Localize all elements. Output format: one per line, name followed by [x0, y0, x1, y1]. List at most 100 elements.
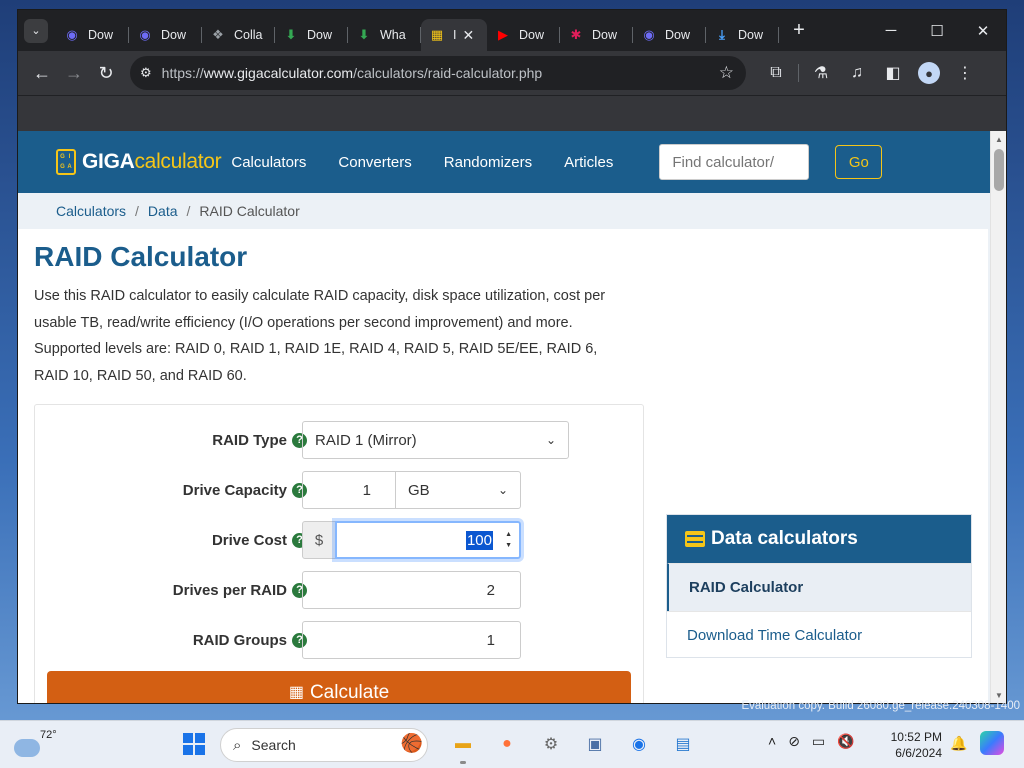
new-tab-button[interactable]: +	[787, 19, 811, 42]
taskbar: 72° ⌕ Search 🏀 ▬ ● ⚙ ▣ ◉ ▤ ˄ ⊘ ▭ 🔇 10:52…	[0, 720, 1024, 768]
tab-label: Dow	[519, 28, 545, 42]
breadcrumb-separator: /	[135, 203, 139, 219]
nav-randomizers[interactable]: Randomizers	[444, 154, 532, 171]
drive-capacity-row: Drive Capacity? 1 GB ⌄	[35, 471, 645, 509]
raid-groups-input[interactable]: 1	[302, 621, 521, 659]
raid-type-select[interactable]: RAID 1 (Mirror) ⌄	[302, 421, 569, 459]
breadcrumb: Calculators / Data / RAID Calculator	[18, 193, 1006, 229]
calculator-favicon-icon: ▦	[430, 27, 444, 42]
site-search-input[interactable]	[659, 144, 810, 180]
copilot-icon[interactable]	[980, 731, 1004, 755]
tab-label: Dow	[738, 28, 764, 42]
drive-cost-input[interactable]: 100 ▲ ▼	[335, 521, 521, 559]
back-icon[interactable]: ←	[26, 57, 58, 89]
logo-mark-icon: GIGA	[56, 149, 76, 175]
browser-tab[interactable]: ◉ Dow	[633, 19, 706, 51]
photos-icon[interactable]: ▤	[668, 729, 698, 759]
forward-icon[interactable]: →	[58, 57, 90, 89]
file-explorer-icon[interactable]: ▬	[448, 729, 478, 764]
sidebar-item-raid-calculator[interactable]: RAID Calculator	[667, 563, 971, 611]
network-off-icon[interactable]: ⊘	[788, 733, 800, 750]
windows-start-icon[interactable]	[183, 733, 205, 755]
url-text: https://www.gigacalculator.com/calculato…	[161, 65, 543, 81]
raid-type-row: RAID Type? RAID 1 (Mirror) ⌄	[35, 421, 645, 459]
search-go-button[interactable]: Go	[835, 145, 883, 179]
maximize-icon[interactable]: ☐	[914, 10, 960, 51]
site-header: GIGA GIGAcalculator Calculators Converte…	[18, 131, 1006, 193]
breadcrumb-current: RAID Calculator	[199, 203, 300, 219]
nav-articles[interactable]: Articles	[564, 154, 613, 171]
breadcrumb-separator: /	[186, 203, 191, 219]
tab-label: Dow	[592, 28, 618, 42]
nav-converters[interactable]: Converters	[338, 154, 411, 171]
nav-calculators[interactable]: Calculators	[231, 154, 306, 171]
tab-label: Dow	[88, 28, 114, 42]
raid-type-label: RAID Type?	[212, 432, 307, 449]
calculate-button[interactable]: ▦ Calculate	[47, 671, 631, 703]
address-bar[interactable]: ⚙ https://www.gigacalculator.com/calcula…	[130, 56, 746, 90]
browser-tab[interactable]: ❖ Colla	[202, 19, 275, 51]
browser-tab[interactable]: ▶ Dow	[487, 19, 560, 51]
menu-kebab-icon[interactable]: ⋮	[947, 57, 983, 89]
media-control-icon[interactable]: ♫	[839, 57, 875, 89]
profile-avatar-icon[interactable]: ●	[918, 62, 940, 84]
firefox-icon[interactable]: ●	[492, 729, 522, 759]
reload-icon[interactable]: ↻	[90, 57, 122, 89]
browser-tab[interactable]: ◉ Dow	[129, 19, 202, 51]
tab-label: Wha	[380, 28, 406, 42]
tab-label: I	[453, 28, 457, 42]
browser-tab[interactable]: ⬇ Wha	[348, 19, 421, 51]
site-info-icon[interactable]: ⚙	[140, 65, 152, 81]
weather-widget[interactable]: 72°	[14, 729, 57, 757]
extensions-icon[interactable]: ⧉	[758, 57, 794, 89]
chrome-logo-icon: ◉	[139, 27, 151, 42]
number-spinner-icon[interactable]: ▲ ▼	[505, 529, 512, 551]
download-arrow-icon: ⬇	[358, 27, 370, 42]
scroll-thumb[interactable]	[994, 149, 1004, 191]
capacity-unit-select[interactable]: GB ⌄	[395, 471, 521, 509]
tab-search-button[interactable]: ⌄	[24, 18, 48, 43]
chrome-icon[interactable]: ◉	[624, 729, 654, 759]
volume-muted-icon[interactable]: 🔇	[837, 733, 854, 750]
search-highlight-icon: 🏀	[400, 733, 423, 753]
main-content: RAID Calculator Use this RAID calculator…	[18, 229, 988, 703]
page-scrollbar[interactable]: ▲ ▼	[990, 131, 1006, 703]
clock[interactable]: 10:52 PM 6/6/2024	[888, 729, 942, 761]
bookmark-star-icon[interactable]: ☆	[719, 63, 734, 83]
browser-tab[interactable]: ⤓ Dow	[706, 19, 779, 51]
drive-capacity-input[interactable]: 1	[302, 471, 396, 509]
breadcrumb-calculators[interactable]: Calculators	[56, 203, 126, 219]
data-calculators-panel: Data calculators RAID Calculator Downloa…	[666, 514, 972, 658]
settings-gear-icon[interactable]: ⚙	[536, 729, 566, 759]
notification-bell-icon[interactable]: 🔔	[950, 735, 967, 752]
raid-groups-label: RAID Groups?	[193, 632, 307, 649]
taskbar-search[interactable]: ⌕ Search 🏀	[220, 728, 428, 762]
browser-tab[interactable]: ⬇ Dow	[275, 19, 348, 51]
tab-label: Dow	[665, 28, 691, 42]
tab-label: Dow	[161, 28, 187, 42]
download-arrow-icon: ⬇	[285, 27, 297, 42]
display-icon[interactable]: ▭	[812, 733, 825, 750]
remote-desktop-icon[interactable]: ▣	[580, 729, 610, 759]
close-window-icon[interactable]: ✕	[960, 10, 1006, 51]
drives-per-raid-input[interactable]: 2	[302, 571, 521, 609]
scroll-up-icon[interactable]: ▲	[991, 131, 1006, 147]
breadcrumb-data[interactable]: Data	[148, 203, 178, 219]
site-logo[interactable]: GIGA GIGAcalculator	[56, 149, 222, 175]
close-tab-icon[interactable]: ✕	[462, 27, 474, 44]
chrome-logo-icon: ◉	[643, 27, 655, 42]
info-bar	[18, 95, 1006, 131]
minimize-icon[interactable]: ─	[868, 10, 914, 51]
side-panel-icon[interactable]: ◧	[875, 57, 911, 89]
sidebar-item-download-time-calculator[interactable]: Download Time Calculator	[667, 611, 971, 659]
browser-tab[interactable]: ◉ Dow	[56, 19, 129, 51]
currency-prefix: $	[302, 521, 336, 559]
raid-groups-row: RAID Groups? 1	[35, 621, 645, 659]
chevron-up-icon[interactable]: ˄	[768, 733, 776, 750]
tab-strip: ⌄ ◉ Dow ◉ Dow ❖ Colla ⬇ Dow ⬇ Wha ▦ I ✕ ▶ Dow ✱ Dow ◉ Dow ⤓…	[18, 10, 1006, 51]
chrome-logo-icon: ◉	[66, 27, 78, 42]
drive-cost-label: Drive Cost?	[212, 532, 307, 549]
browser-tab[interactable]: ▦ I ✕	[421, 19, 487, 51]
labs-flask-icon[interactable]: ⚗	[803, 57, 839, 89]
browser-tab[interactable]: ✱ Dow	[560, 19, 633, 51]
